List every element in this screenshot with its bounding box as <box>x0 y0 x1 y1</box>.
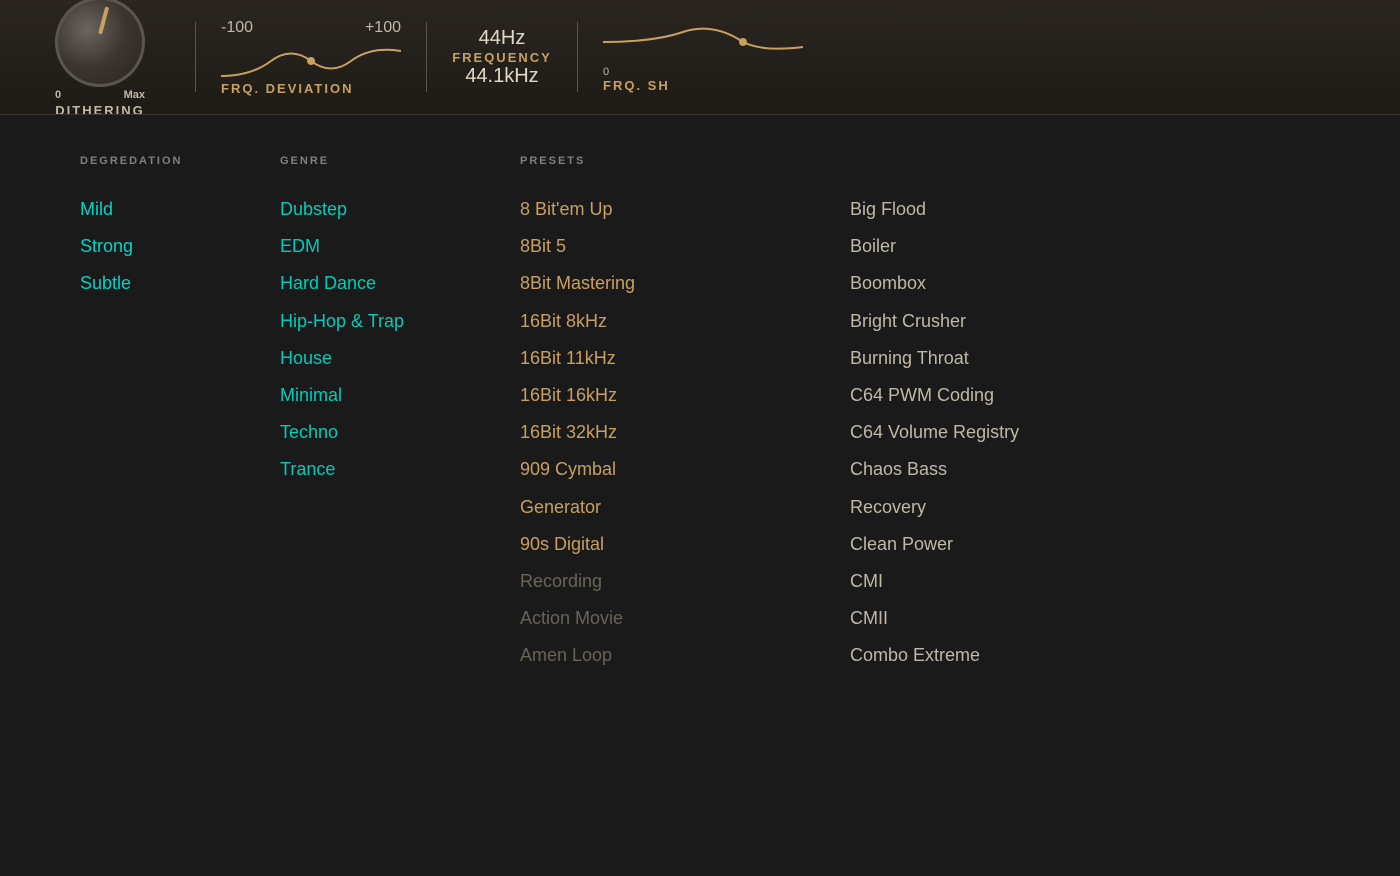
degradation-header: DEGREDATION <box>80 155 280 167</box>
preset-item-16bit32khz[interactable]: 16Bit 32kHz <box>520 414 850 451</box>
dithering-max: Max <box>124 89 145 101</box>
preset-right-brightcrusher[interactable]: Bright Crusher <box>850 303 1320 340</box>
preset-item-90sdigital[interactable]: 90s Digital <box>520 526 850 563</box>
preset-right-recovery[interactable]: Recovery <box>850 489 1320 526</box>
separator-3 <box>577 22 578 92</box>
separator-1 <box>195 22 196 92</box>
freq-hz-value: 44Hz <box>479 27 526 50</box>
preset-right-c64vol[interactable]: C64 Volume Registry <box>850 414 1320 451</box>
preset-item-16bit8khz[interactable]: 16Bit 8kHz <box>520 303 850 340</box>
frq-sh-curve <box>603 22 803 62</box>
frq-deviation-section: -100 +100 FRQ. DEVIATION <box>211 19 411 96</box>
genre-item-techno[interactable]: Techno <box>280 414 520 451</box>
preset-item-actionmovie[interactable]: Action Movie <box>520 600 850 637</box>
top-panel: 0 Max DITHERING -100 +100 FRQ. DEVIATION… <box>0 0 1400 115</box>
degradation-item-mild[interactable]: Mild <box>80 191 280 228</box>
preset-right-bigflood[interactable]: Big Flood <box>850 191 1320 228</box>
dithering-label: DITHERING <box>55 103 145 116</box>
preset-item-generator[interactable]: Generator <box>520 489 850 526</box>
genre-item-dubstep[interactable]: Dubstep <box>280 191 520 228</box>
presets-right-column: Big Flood Boiler Boombox Bright Crusher … <box>850 155 1320 836</box>
genre-item-edm[interactable]: EDM <box>280 228 520 265</box>
preset-right-c64pwm[interactable]: C64 PWM Coding <box>850 377 1320 414</box>
preset-right-cmii[interactable]: CMII <box>850 600 1320 637</box>
preset-right-burningthroat[interactable]: Burning Throat <box>850 340 1320 377</box>
frq-sh-section: 0 FRQ. SH <box>593 22 813 93</box>
preset-item-16bit11khz[interactable]: 16Bit 11kHz <box>520 340 850 377</box>
frequency-label: FREQUENCY <box>452 50 552 65</box>
genre-item-house[interactable]: House <box>280 340 520 377</box>
degradation-item-strong[interactable]: Strong <box>80 228 280 265</box>
preset-item-8bit5[interactable]: 8Bit 5 <box>520 228 850 265</box>
preset-item-amenloop[interactable]: Amen Loop <box>520 637 850 674</box>
degradation-item-subtle[interactable]: Subtle <box>80 265 280 302</box>
genre-item-hip-hop[interactable]: Hip-Hop & Trap <box>280 303 520 340</box>
preset-right-cmi[interactable]: CMI <box>850 563 1320 600</box>
frq-deviation-label: FRQ. DEVIATION <box>221 81 401 96</box>
preset-item-recording[interactable]: Recording <box>520 563 850 600</box>
preset-item-8bitem[interactable]: 8 Bit'em Up <box>520 191 850 228</box>
separator-2 <box>426 22 427 92</box>
degradation-column: DEGREDATION Mild Strong Subtle <box>80 155 280 836</box>
preset-right-boombox[interactable]: Boombox <box>850 265 1320 302</box>
frq-min: -100 <box>221 19 253 37</box>
presets-header: PRESETS <box>520 155 850 167</box>
frequency-center: 44Hz FREQUENCY 44.1kHz <box>442 27 562 88</box>
dithering-knob[interactable] <box>55 0 145 87</box>
bottom-content: DEGREDATION Mild Strong Subtle GENRE Dub… <box>0 115 1400 876</box>
preset-right-boiler[interactable]: Boiler <box>850 228 1320 265</box>
preset-item-8bitmastering[interactable]: 8Bit Mastering <box>520 265 850 302</box>
dithering-min: 0 <box>55 89 61 101</box>
preset-item-16bit16khz[interactable]: 16Bit 16kHz <box>520 377 850 414</box>
frq-curve-svg <box>221 41 401 81</box>
presets-left-column: PRESETS 8 Bit'em Up 8Bit 5 8Bit Masterin… <box>520 155 850 836</box>
frq-max: +100 <box>365 19 401 37</box>
genre-item-trance[interactable]: Trance <box>280 451 520 488</box>
genre-header: GENRE <box>280 155 520 167</box>
preset-right-comboextreme[interactable]: Combo Extreme <box>850 637 1320 674</box>
preset-right-chaosbass[interactable]: Chaos Bass <box>850 451 1320 488</box>
preset-item-909cymbal[interactable]: 909 Cymbal <box>520 451 850 488</box>
genre-item-hard-dance[interactable]: Hard Dance <box>280 265 520 302</box>
frq-sh-label: FRQ. SH <box>603 78 803 93</box>
dithering-section: 0 Max DITHERING <box>20 0 180 115</box>
presets-right-spacer <box>850 155 1320 167</box>
freq-khz-value: 44.1kHz <box>465 65 538 88</box>
genre-column: GENRE Dubstep EDM Hard Dance Hip-Hop & T… <box>280 155 520 836</box>
genre-item-minimal[interactable]: Minimal <box>280 377 520 414</box>
preset-right-cleanpower[interactable]: Clean Power <box>850 526 1320 563</box>
